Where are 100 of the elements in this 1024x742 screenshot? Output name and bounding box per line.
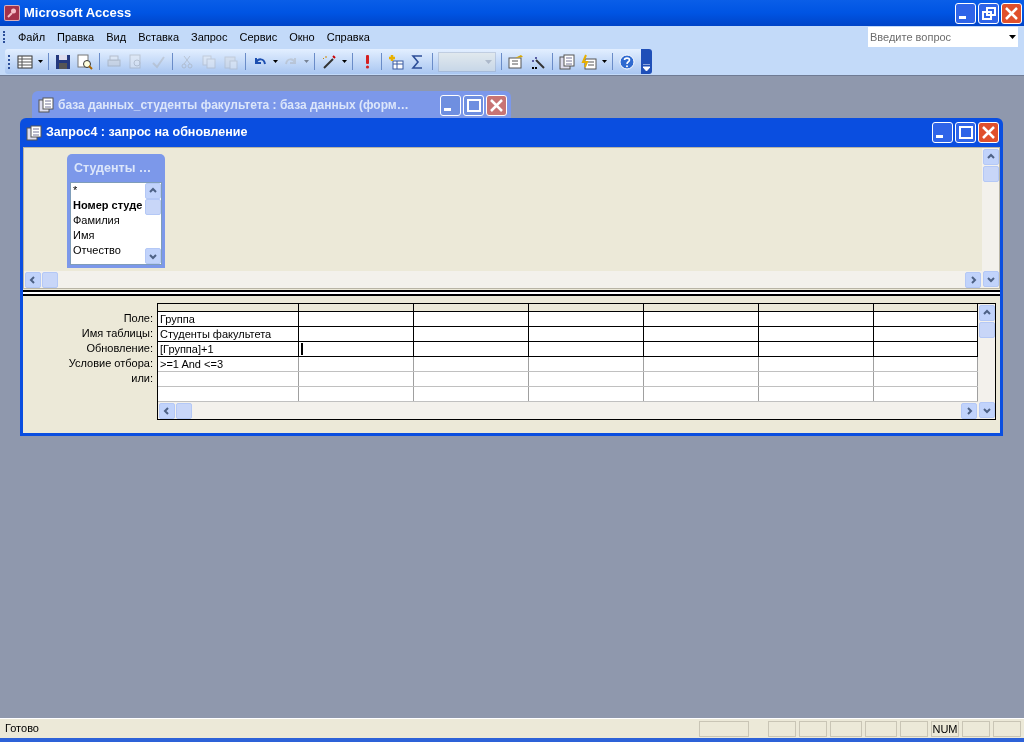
- status-panel: [865, 720, 897, 737]
- scroll-thumb[interactable]: [42, 271, 58, 288]
- status-panel: [768, 720, 796, 737]
- minimize-icon: [959, 15, 966, 19]
- scroll-down-button[interactable]: [982, 271, 999, 287]
- scroll-left-button[interactable]: [159, 402, 175, 419]
- printer-icon: [106, 53, 122, 70]
- scroll-thumb[interactable]: [176, 402, 192, 419]
- grip-handle[interactable]: [3, 31, 6, 43]
- scroll-up-button[interactable]: [978, 305, 995, 321]
- help-icon: [619, 53, 635, 70]
- grid-cell[interactable]: Студенты факультета: [158, 327, 299, 341]
- scroll-right-button[interactable]: [965, 271, 981, 288]
- table-title: Студенты …: [73, 159, 153, 177]
- print-preview-icon: [128, 53, 144, 70]
- chevron-icon: [643, 64, 650, 71]
- status-panel: [900, 720, 928, 737]
- maximize-button[interactable]: [463, 94, 484, 116]
- minimize-icon: [936, 135, 943, 138]
- caret-icon: [342, 60, 347, 63]
- scroll-thumb[interactable]: [978, 322, 995, 338]
- field-list-item[interactable]: *: [73, 183, 145, 198]
- close-button[interactable]: [978, 122, 999, 143]
- scroll-up-button[interactable]: [982, 149, 999, 165]
- menu-item[interactable]: Вид: [100, 28, 133, 46]
- new-object-icon: [581, 53, 597, 70]
- status-panel: [830, 720, 862, 737]
- close-icon: [982, 126, 995, 139]
- table-field-list[interactable]: Студенты … * Номер студе Фамилия Имя Отчество: [67, 154, 165, 268]
- row-label: Имя таблицы:: [80, 326, 154, 341]
- status-panel: [799, 720, 827, 737]
- field-list-item[interactable]: Фамилия: [73, 213, 145, 228]
- close-icon: [490, 98, 503, 112]
- database-window-icon: [559, 53, 575, 70]
- caret-icon: [602, 60, 607, 63]
- datasheet-icon: [17, 53, 33, 70]
- caret-icon: [38, 60, 43, 63]
- menu-item[interactable]: Вставка: [132, 28, 185, 46]
- menu-item[interactable]: Сервис: [233, 28, 284, 46]
- vertical-scrollbar[interactable]: [145, 183, 161, 264]
- paste-icon: [223, 53, 239, 70]
- toolbar-options-button[interactable]: [641, 49, 652, 74]
- row-label: Обновление:: [85, 341, 154, 356]
- restore-icon: [981, 6, 996, 20]
- menu-item[interactable]: Файл: [12, 28, 52, 46]
- scroll-down-button[interactable]: [145, 248, 161, 264]
- add-table-icon: [388, 53, 404, 70]
- menu-item[interactable]: Правка: [51, 28, 101, 46]
- grid-cell[interactable]: [Группа]+1: [158, 342, 299, 356]
- database-window-icon: [38, 97, 54, 113]
- maximize-button[interactable]: [955, 122, 976, 143]
- close-icon: [1005, 6, 1018, 20]
- menu-item[interactable]: Запрос: [185, 28, 234, 46]
- field-list-item[interactable]: Номер студе: [73, 198, 145, 213]
- properties-icon: [508, 53, 524, 70]
- status-panel: [962, 720, 990, 737]
- status-indicator: NUM: [931, 720, 959, 737]
- horizontal-scrollbar[interactable]: [24, 271, 982, 288]
- app-title: Microsoft Access: [24, 4, 133, 23]
- scroll-left-button[interactable]: [25, 271, 41, 288]
- row-label: или:: [130, 371, 154, 386]
- scroll-thumb[interactable]: [145, 199, 161, 215]
- field-list-item[interactable]: Отчество: [73, 243, 145, 258]
- menu-item[interactable]: Справка: [320, 28, 376, 46]
- pane-splitter[interactable]: [23, 290, 1000, 296]
- grid-cell[interactable]: Группа: [158, 312, 299, 326]
- minimize-button[interactable]: [932, 122, 953, 143]
- scissors-icon: [179, 53, 195, 70]
- maximize-icon: [466, 98, 481, 112]
- field-list-item[interactable]: Имя: [73, 228, 145, 243]
- grid-cell[interactable]: >=1 And <=3: [158, 357, 299, 371]
- magnifier-document-icon: [77, 53, 93, 70]
- status-text: Готово: [5, 721, 40, 737]
- query-icon: [26, 124, 42, 141]
- vertical-scrollbar[interactable]: [978, 304, 995, 419]
- caret-icon: [1008, 35, 1016, 39]
- menu-item[interactable]: Окно: [283, 28, 321, 46]
- scroll-up-button[interactable]: [145, 183, 161, 199]
- minimize-button[interactable]: [440, 94, 461, 116]
- status-panel: [993, 720, 1021, 737]
- caret-icon: [273, 60, 278, 63]
- vertical-scrollbar[interactable]: [982, 148, 999, 288]
- scroll-thumb[interactable]: [982, 166, 999, 182]
- close-button[interactable]: [486, 94, 507, 116]
- status-panel: [699, 720, 749, 737]
- horizontal-scrollbar[interactable]: [158, 402, 978, 419]
- close-button[interactable]: [1001, 2, 1022, 24]
- caret-icon: [304, 60, 309, 63]
- magic-wand-icon: [321, 53, 337, 70]
- grip-handle[interactable]: [8, 54, 11, 69]
- scroll-right-button[interactable]: [961, 402, 977, 419]
- maximize-icon: [958, 126, 973, 139]
- copy-icon: [201, 53, 217, 70]
- scroll-down-button[interactable]: [978, 402, 995, 418]
- row-label: Поле:: [122, 311, 154, 326]
- window-title: база данных_студенты факультета : база данных (форм…: [58, 97, 410, 114]
- minimize-button[interactable]: [955, 2, 976, 24]
- minimize-icon: [444, 107, 451, 111]
- row-label: Условие отбора:: [67, 356, 154, 371]
- restore-button[interactable]: [978, 2, 999, 24]
